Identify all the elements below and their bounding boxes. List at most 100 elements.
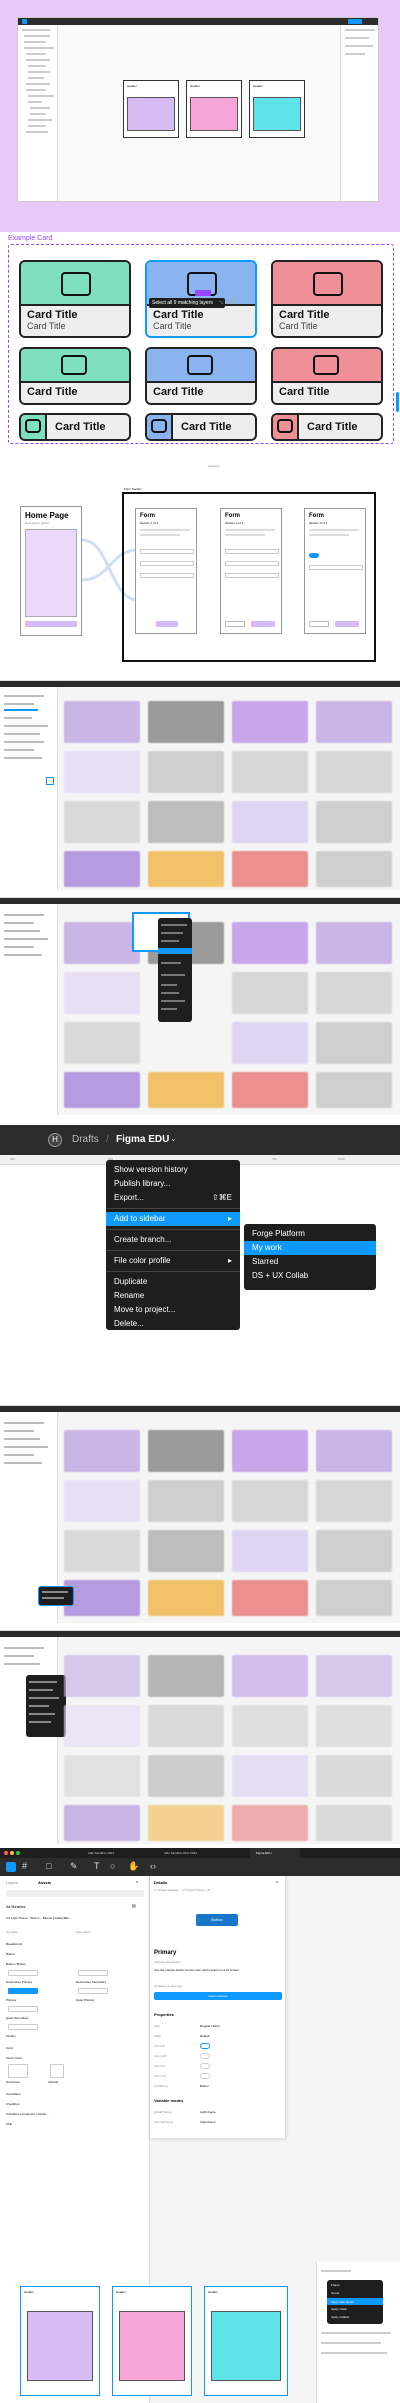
- card-variant-5[interactable]: Card Title: [145, 347, 257, 405]
- dropdown-group[interactable]: Group: [331, 2291, 339, 2295]
- breadcrumb-drafts[interactable]: Drafts: [72, 1134, 99, 1145]
- card-variant-2[interactable]: Card Title Card Title Select all 9 match…: [145, 260, 257, 338]
- asset-button-group[interactable]: Button / Button: [6, 1962, 26, 1966]
- tab-figma-edu[interactable]: Figma EDU: [250, 1848, 300, 1858]
- submenu-my-work[interactable]: My work: [244, 1241, 376, 1255]
- menu-publish-library[interactable]: Publish library...: [106, 1177, 240, 1191]
- global-theme-select[interactable]: Light theme: [200, 2110, 216, 2114]
- move-tool-icon[interactable]: [6, 1862, 16, 1872]
- book-icon[interactable]: ▤: [132, 1903, 136, 1908]
- submit-button[interactable]: [335, 621, 359, 627]
- canvas-frame-2[interactable]: Header: [186, 80, 242, 138]
- comment-tool-icon[interactable]: ○: [110, 1861, 115, 1871]
- pen-tool-icon[interactable]: ✎: [70, 1861, 78, 1872]
- all-libraries-dropdown[interactable]: All libraries: [6, 1904, 26, 1909]
- tab-layers[interactable]: Layers: [6, 1880, 18, 1885]
- frame-tool-icon[interactable]: #: [22, 1861, 27, 1871]
- icon-only-toggle[interactable]: [200, 2073, 210, 2079]
- menu-export[interactable]: Export... ⇧⌘E: [106, 1191, 240, 1205]
- submenu-ds-ux-collab[interactable]: DS + UX Collab: [244, 1269, 376, 1283]
- next-button[interactable]: [251, 621, 275, 627]
- menu-move-to-project[interactable]: Move to project...: [106, 1303, 240, 1317]
- card-variant-1[interactable]: Card Title Card Title: [19, 260, 131, 338]
- search-icon[interactable]: ⌕: [136, 1879, 138, 1884]
- card-variant-8[interactable]: Card Title: [145, 413, 257, 441]
- chevron-down-icon[interactable]: ⌄: [170, 1134, 177, 1143]
- avatar[interactable]: H: [48, 1133, 62, 1147]
- canvas-frame-3[interactable]: Header: [204, 2286, 288, 2396]
- card-variant-4[interactable]: Card Title: [19, 347, 131, 405]
- tab-sandbox-inci[interactable]: Alfie Sandbox INCI 2024: [164, 1851, 197, 1855]
- insert-instance-button[interactable]: Insert instance: [154, 1992, 282, 2000]
- add-button[interactable]: [46, 777, 54, 785]
- variant-thumb[interactable]: [8, 1988, 38, 1994]
- variant-thumb[interactable]: [78, 1970, 108, 1976]
- dropdown-rotation[interactable]: Apply rotation: [331, 2315, 349, 2319]
- form-frame-3[interactable]: Form Section 3 of 3: [304, 508, 366, 634]
- form-frame-2[interactable]: Form Section 2 of 3: [220, 508, 282, 634]
- share-button[interactable]: [348, 19, 362, 24]
- asset-card-group[interactable]: Card / Card: [6, 2056, 22, 2060]
- home-page-frame[interactable]: Home Page Description ghfirst: [20, 506, 82, 636]
- dropdown-frame[interactable]: Frame: [331, 2283, 340, 2287]
- dropdown-mask[interactable]: Apply mask: [331, 2307, 347, 2311]
- card-variant-7[interactable]: Card Title: [19, 413, 131, 441]
- text-tool-icon[interactable]: T: [94, 1861, 100, 1871]
- dropdown-auto-layout[interactable]: Apply auto layout: [327, 2298, 383, 2305]
- asset-button[interactable]: Button: [6, 1952, 15, 1956]
- state-select[interactable]: Default: [200, 2034, 210, 2038]
- library-name[interactable]: 2.6 Light Theme - Web C... Banner [Cable…: [6, 1916, 71, 1920]
- icon-right-toggle[interactable]: [200, 2053, 210, 2059]
- variant-thumb[interactable]: [8, 2024, 38, 2030]
- menu-duplicate[interactable]: Duplicate: [106, 1275, 240, 1289]
- menu-create-branch[interactable]: Create branch...: [106, 1233, 240, 1247]
- variant-thumb[interactable]: [8, 1970, 38, 1976]
- submenu-forge-platform[interactable]: Forge Platform: [244, 1227, 376, 1241]
- internal-theme-select[interactable]: Light theme: [200, 2120, 216, 2124]
- menu-file-color-profile[interactable]: File color profile ▸: [106, 1254, 240, 1268]
- shape-tool-icon[interactable]: □: [46, 1861, 51, 1871]
- search-input[interactable]: [6, 1890, 144, 1897]
- variant-thumb[interactable]: [8, 2064, 28, 2078]
- select-matching-tooltip[interactable]: Select all 9 matching layers ⌥⇧⌘A: [149, 298, 237, 308]
- variant-thumb[interactable]: [8, 2006, 38, 2012]
- scrollbar[interactable]: [396, 392, 399, 412]
- back-button[interactable]: [225, 621, 245, 627]
- tab-sandbox[interactable]: Alfie Sandbox 2024: [88, 1851, 114, 1855]
- variant-thumb[interactable]: [78, 1988, 108, 1994]
- component-set-frame[interactable]: Card Title Card Title Card Title Card Ti…: [8, 244, 394, 444]
- tab-assets[interactable]: Assets: [38, 1880, 51, 1885]
- size-select[interactable]: Regular (32px): [200, 2024, 220, 2028]
- canvas-frame-2[interactable]: Header: [112, 2286, 192, 2396]
- variant-thumb[interactable]: [50, 2064, 64, 2078]
- form-frame-1[interactable]: Form Section 1 of 3: [135, 508, 197, 634]
- card-variant-3[interactable]: Card Title Card Title: [271, 260, 383, 338]
- details-tab[interactable]: Details: [154, 1880, 167, 1885]
- project-name[interactable]: Figma EDU: [116, 1134, 169, 1145]
- code-icon[interactable]: ‹›: [150, 1861, 156, 1871]
- sidebar-popup[interactable]: [38, 1586, 74, 1606]
- move-tool-icon[interactable]: [22, 19, 27, 24]
- icon-left-toggle[interactable]: [200, 2043, 210, 2049]
- close-icon[interactable]: ×: [276, 1879, 278, 1884]
- menu-version-history[interactable]: Show version history: [106, 1163, 240, 1177]
- toggle[interactable]: [309, 553, 319, 558]
- canvas-frame-1[interactable]: Header: [123, 80, 179, 138]
- asset-card[interactable]: Card: [6, 2046, 13, 2050]
- next-button[interactable]: [156, 621, 178, 627]
- asset-checkbox[interactable]: Checkbox: [6, 2102, 19, 2106]
- hand-tool-icon[interactable]: ✋: [128, 1861, 139, 1872]
- asset-checkbox-component[interactable]: Checkbox component / Check...: [6, 2112, 49, 2116]
- menu-delete[interactable]: Delete...: [106, 1317, 240, 1331]
- canvas-frame-1[interactable]: Header: [20, 2286, 100, 2396]
- submenu-starred[interactable]: Starred: [244, 1255, 376, 1269]
- menu-rename[interactable]: Rename: [106, 1289, 240, 1303]
- back-button[interactable]: [309, 621, 329, 627]
- icon-top-toggle[interactable]: [200, 2063, 210, 2069]
- card-variant-9[interactable]: Card Title: [271, 413, 383, 441]
- asset-card-menu[interactable]: Card Menu: [6, 2092, 21, 2096]
- asset-chip[interactable]: Chip: [6, 2122, 12, 2126]
- canvas-frame-3[interactable]: Header: [249, 80, 305, 138]
- menu-add-to-sidebar[interactable]: Add to sidebar ▸: [106, 1212, 240, 1226]
- asset-breadcrumb[interactable]: Breadcrumb: [6, 1942, 22, 1946]
